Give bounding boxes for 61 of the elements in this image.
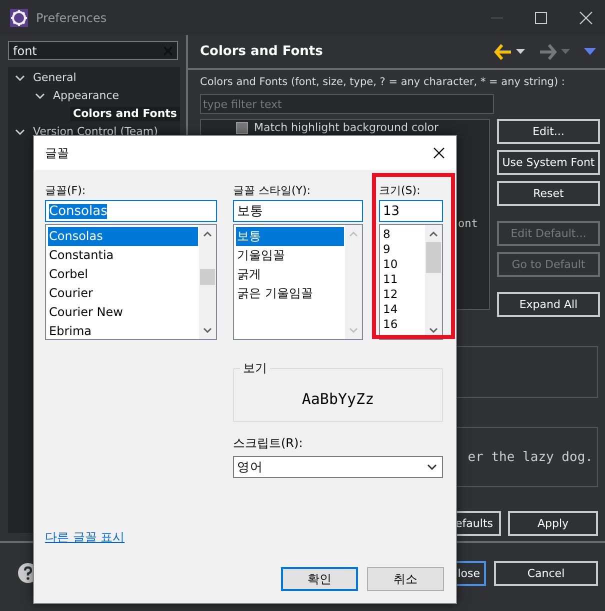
tree-item[interactable]: General (30, 71, 80, 85)
action-button[interactable]: Use System Font (496, 150, 600, 175)
field-label: 글꼴 스타일(Y): (233, 183, 312, 197)
action-button[interactable]: Reset (496, 181, 600, 206)
preview-text: er the lazy dog. (468, 450, 593, 464)
field-label: 크기(S): (379, 183, 422, 197)
field-label: 스크립트(R): (233, 435, 304, 452)
checkbox[interactable] (236, 122, 248, 134)
scrollbar-thumb[interactable] (200, 269, 215, 285)
list-item[interactable]: 14 (382, 302, 424, 317)
list-item[interactable]: 10 (382, 257, 424, 272)
font-name-field[interactable]: Consolas (45, 200, 217, 222)
list-item[interactable]: Consolas (48, 227, 198, 246)
scroll-up-icon[interactable] (202, 229, 213, 239)
group-label: 보기 (242, 360, 268, 377)
menu-triangle-icon[interactable] (584, 48, 596, 55)
list-item[interactable]: 9 (382, 242, 424, 257)
tree-item[interactable]: Version Control (Team) (30, 125, 161, 139)
forward-arrow-icon[interactable] (538, 44, 557, 60)
window-title: Preferences (36, 10, 108, 24)
gear-icon (10, 8, 28, 26)
action-button[interactable]: Expand All (496, 292, 600, 317)
list-item[interactable]: 12 (382, 287, 424, 302)
more-fonts-link[interactable]: 다른 글꼴 표시 (45, 529, 125, 546)
font-size-field[interactable]: 13 (379, 200, 443, 222)
list-item[interactable]: 8 (382, 227, 424, 242)
list-item[interactable]: Courier New (48, 303, 198, 322)
tree-item[interactable]: Appearance (50, 89, 122, 103)
maximize-icon[interactable] (535, 12, 547, 24)
list-item[interactable]: 보통 (236, 227, 344, 246)
back-arrow-icon[interactable] (494, 44, 512, 60)
caret-icon[interactable] (516, 49, 525, 54)
field-label: 글꼴(F): (45, 183, 87, 197)
search-field[interactable]: font (8, 41, 178, 60)
list-item[interactable]: Courier (48, 284, 198, 303)
list-item[interactable]: Ebrima (48, 322, 198, 339)
scroll-up-icon[interactable] (428, 229, 439, 239)
cancel-button[interactable]: Cancel (494, 560, 598, 586)
list-item[interactable]: 굵게 (236, 265, 344, 284)
script-dropdown[interactable]: 영어 (233, 456, 443, 478)
list-item[interactable]: Corbel (48, 265, 198, 284)
page-title: Colors and Fonts (200, 44, 323, 59)
list-item[interactable]: 11 (382, 272, 424, 287)
tree-item[interactable]: Colors and Fonts (70, 107, 180, 121)
list-item[interactable]: Constantia (48, 246, 198, 265)
font-style-field[interactable]: 보통 (233, 200, 363, 222)
list-item[interactable]: 굵은 기울임꼴 (236, 284, 344, 303)
scroll-down-icon[interactable] (202, 325, 213, 335)
ok-button[interactable]: 확인 (281, 567, 358, 591)
sample-text: AaBbYyZz (302, 390, 374, 408)
list-item[interactable]: 기울임꼴 (236, 246, 344, 265)
scroll-down-icon[interactable] (428, 325, 439, 335)
action-button[interactable]: Edit... (496, 119, 600, 144)
tree-item[interactable]: Match highlight background color (254, 121, 439, 134)
list-item[interactable]: 16 (382, 317, 424, 332)
dialog-title: 글꼴 (45, 144, 69, 162)
apply-button[interactable]: Apply (508, 511, 598, 536)
description-text: Colors and Fonts (font, size, type, ? = any character, * = any string) : (200, 76, 566, 90)
scrollbar-thumb[interactable] (426, 242, 441, 273)
cancel-button[interactable]: 취소 (367, 567, 444, 591)
close-icon[interactable] (432, 146, 446, 160)
